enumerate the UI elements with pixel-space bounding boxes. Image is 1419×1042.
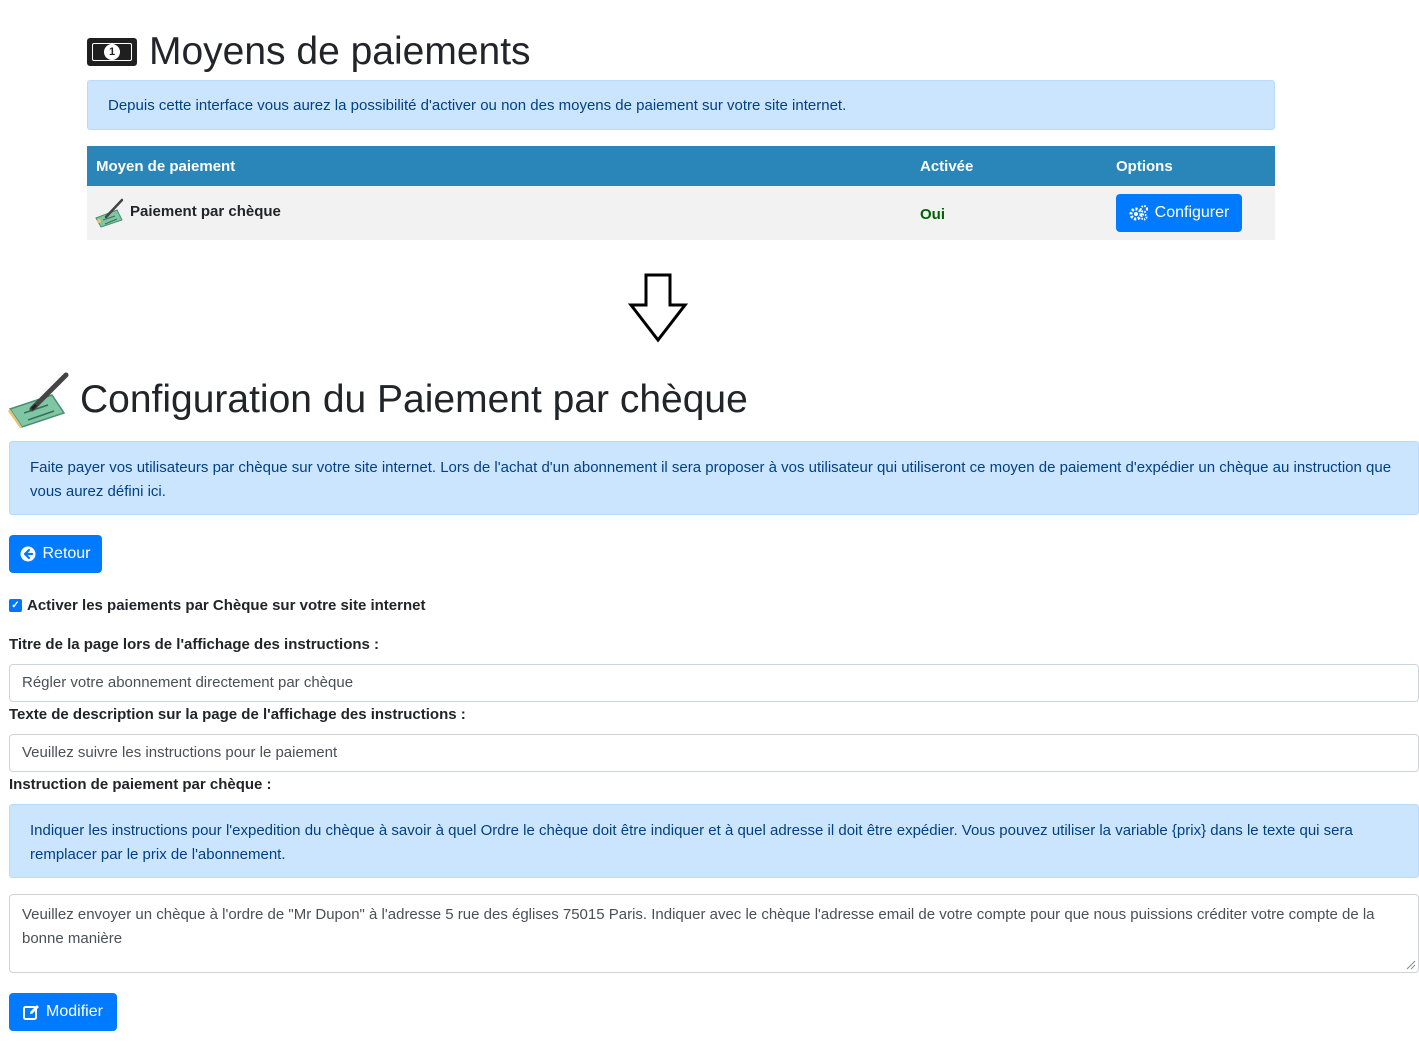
config-title: Configuration du Paiement par chèque [80,378,748,421]
arrow-circle-left-icon [20,546,36,562]
instruction-help-alert: Indiquer les instructions pour l'expedit… [9,804,1419,878]
page-title: Moyens de paiements [149,30,531,73]
back-button[interactable]: Retour [9,535,102,573]
instruction-textarea-value: Veuillez envoyer un chèque à l'ordre de … [22,906,1375,947]
page-title-input[interactable]: Régler votre abonnement directement par … [9,664,1419,702]
money-bill-icon: 1 [87,38,137,66]
payments-header: 1 Moyens de paiements [87,28,531,76]
table-row: Paiement par chèque Oui Configurer [87,186,1275,240]
payment-method-name: Paiement par chèque [130,203,281,220]
back-button-label: Retour [42,545,91,562]
activate-checkbox-label[interactable]: Activer les paiements par Chèque sur vot… [27,597,425,614]
config-info-alert: Faite payer vos utilisateurs par chèque … [9,441,1419,515]
config-header: Configuration du Paiement par chèque [8,372,748,428]
description-field-label: Texte de description sur la page de l'af… [9,706,466,723]
column-header-active: Activée [920,158,974,175]
instruction-textarea[interactable]: Veuillez envoyer un chèque à l'ordre de … [9,894,1419,973]
column-header-options: Options [1116,158,1173,175]
payments-table-header: Moyen de paiement Activée Options [87,146,1275,186]
activate-checkbox[interactable]: ✓ [9,599,22,612]
resize-grip-icon[interactable] [1404,958,1416,970]
column-header-method: Moyen de paiement [96,158,236,175]
status-active: Oui [920,206,945,223]
down-arrow-icon [628,273,688,343]
submit-button[interactable]: Modifier [9,993,117,1031]
cogs-icon [1129,205,1148,221]
page-title-field-label: Titre de la page lors de l'affichage des… [9,636,380,653]
cheque-icon [95,198,124,228]
configure-button[interactable]: Configurer [1116,194,1242,232]
instruction-field-label: Instruction de paiement par chèque : [9,776,272,793]
edit-icon [23,1005,40,1020]
cheque-icon [8,372,69,428]
activate-checkbox-row: ✓ Activer les paiements par Chèque sur v… [9,597,425,614]
configure-button-label: Configurer [1154,204,1230,221]
description-input[interactable]: Veuillez suivre les instructions pour le… [9,734,1419,772]
submit-button-label: Modifier [46,1003,103,1020]
payments-info-alert: Depuis cette interface vous aurez la pos… [87,80,1275,130]
